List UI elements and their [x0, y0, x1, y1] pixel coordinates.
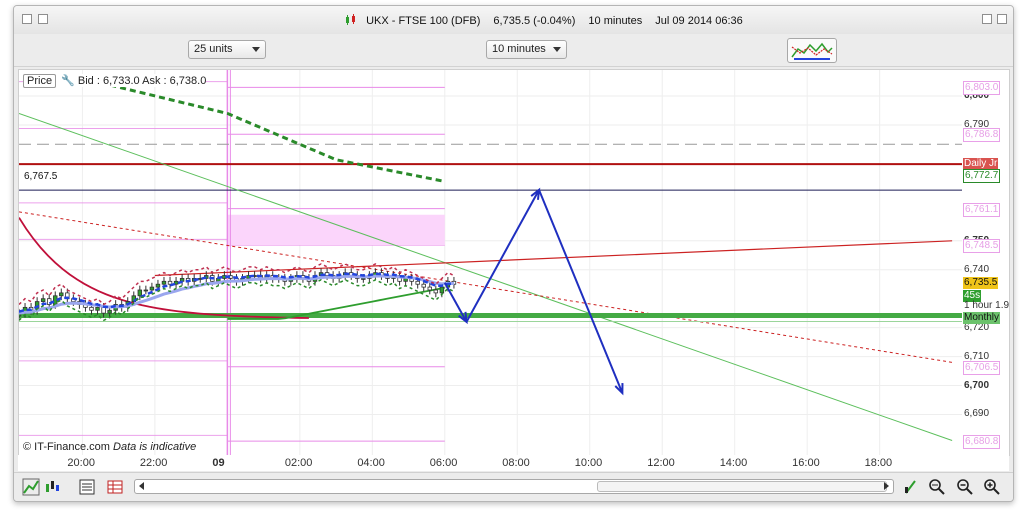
time-tick-label: 08:00 — [502, 457, 530, 469]
scroll-left-icon[interactable] — [139, 482, 144, 490]
candle — [415, 280, 420, 285]
zoom-out-icon[interactable] — [956, 478, 974, 496]
candle — [40, 298, 46, 302]
zoom-in-icon[interactable] — [983, 478, 1001, 496]
price-mode-button[interactable]: Price — [23, 74, 57, 88]
instrument-name: UKX - FTSE 100 (DFB) — [366, 15, 481, 27]
maximize-window-button[interactable] — [982, 14, 992, 24]
candle — [95, 306, 100, 311]
interval-select-value: 10 minutes — [492, 43, 546, 55]
draw-tools-icon[interactable] — [22, 478, 40, 496]
time-tick-label: 06:00 — [429, 457, 458, 469]
candle — [403, 278, 408, 282]
time-tick-label: 02:00 — [284, 457, 313, 469]
time-axis[interactable]: 20:00 22:00 09 02:00 04:00 06:00 08:00 10:00 12:… — [18, 455, 1009, 471]
candle — [137, 289, 143, 297]
trend-line-red — [154, 240, 953, 277]
datetime-label: Jul 09 2014 06:36 — [655, 15, 743, 27]
price-header: Price 🔧 Bid : 6,733.0 Ask : 6,738.0 — [23, 74, 207, 88]
candle — [427, 286, 432, 291]
time-tick-label: 18:00 — [864, 457, 893, 469]
price-axis[interactable]: 6,8006,7906,7506,7406,7206,7106,7006,690… — [962, 69, 1010, 456]
crosshair-icon[interactable] — [902, 478, 920, 496]
candle — [143, 289, 149, 292]
units-select[interactable]: 25 units — [188, 40, 266, 59]
chevron-down-icon — [252, 47, 260, 52]
candle — [361, 278, 366, 280]
price-tick-label: 6,740 — [964, 263, 990, 275]
units-select-value: 25 units — [194, 43, 233, 55]
scrollbar-thumb[interactable] — [597, 481, 887, 492]
time-tick-label: 20:00 — [67, 457, 95, 469]
wrench-icon[interactable]: 🔧 — [61, 75, 75, 87]
projection-segment — [538, 189, 624, 394]
time-tick-label: 12:00 — [647, 457, 675, 469]
price-change: 6,735.5 (-0.04%) — [493, 15, 576, 27]
candle — [439, 286, 445, 294]
current-price-label: 6,735.5 — [963, 276, 999, 289]
candle — [89, 306, 94, 311]
time-tick-label: 16:00 — [792, 457, 820, 469]
copyright-owner: © IT-Finance.com — [23, 441, 110, 453]
time-tick-label: 14:00 — [719, 457, 748, 469]
candle — [101, 306, 106, 314]
time-tick-label: 09 — [212, 457, 225, 469]
pivot-price-label: 6,748.5 — [963, 239, 1001, 254]
indicator-icon[interactable] — [44, 478, 62, 496]
data-disclaimer: Data is indicative — [113, 441, 197, 453]
hour-level-label: 1 hour 1.9 — [964, 300, 1010, 312]
price-chart-area[interactable]: Price 🔧 Bid : 6,733.0 Ask : 6,738.0 6,76… — [18, 69, 964, 456]
interval-label: 10 minutes — [588, 15, 643, 27]
table-icon[interactable] — [106, 478, 124, 496]
candlestick-icon — [346, 14, 355, 25]
zoom-fit-icon[interactable] — [928, 478, 946, 496]
candle — [59, 292, 64, 297]
level-line-label: 6,767.5 — [24, 171, 58, 182]
candle — [155, 283, 161, 288]
pivot-price-label: 6,706.5 — [963, 360, 1001, 375]
price-tick-label: 6,690 — [964, 408, 990, 420]
close-window-button[interactable] — [22, 14, 32, 24]
candle — [161, 280, 167, 285]
horizontal-scrollbar[interactable] — [134, 479, 894, 494]
time-tick-label: 04:00 — [357, 457, 385, 469]
candle — [421, 283, 426, 288]
scroll-right-icon[interactable] — [884, 482, 889, 490]
projection-segment — [465, 189, 540, 323]
window-title: UKX - FTSE 100 (DFB) 6,735.5 (-0.04%) 10… — [344, 14, 753, 27]
title-bar: UKX - FTSE 100 (DFB) 6,735.5 (-0.04%) 10… — [14, 6, 1013, 35]
bottom-toolbar — [14, 472, 1013, 501]
bid-ask-text: Bid : 6,733.0 Ask : 6,738.0 — [77, 75, 207, 87]
chart-pattern-icon — [791, 42, 833, 60]
trend-line-green — [19, 112, 953, 441]
candle — [149, 286, 155, 291]
interval-select[interactable]: 10 minutes — [486, 40, 567, 59]
minimize-window-button[interactable] — [38, 14, 48, 24]
candle — [107, 309, 112, 314]
monthly-level-label: Monthly — [963, 312, 1001, 325]
detach-window-button[interactable] — [997, 14, 1007, 24]
candle — [433, 289, 439, 294]
pivot-zone — [227, 214, 445, 246]
layout-icon[interactable] — [78, 478, 96, 496]
chart-style-button[interactable] — [787, 38, 837, 63]
candle — [53, 295, 58, 305]
pivot-price-label: 6,786.8 — [963, 128, 1001, 143]
time-tick-label: 22:00 — [139, 457, 168, 469]
ema-value-label: 6,772.7 — [963, 169, 1001, 184]
chart-window: UKX - FTSE 100 (DFB) 6,735.5 (-0.04%) 10… — [13, 5, 1014, 502]
price-tick-label: 6,700 — [964, 379, 990, 391]
pivot-price-label: 6,803.0 — [963, 81, 1001, 96]
chart-toolbar: 25 units 10 minutes — [14, 34, 1013, 67]
pivot-price-label: 6,761.1 — [963, 202, 1001, 217]
price-chart-svg — [19, 70, 963, 455]
chevron-down-icon — [553, 47, 561, 52]
copyright-text: © IT-Finance.com Data is indicative — [23, 441, 196, 453]
time-tick-label: 10:00 — [574, 457, 603, 469]
pivot-price-label: 6,680.8 — [963, 435, 1001, 450]
